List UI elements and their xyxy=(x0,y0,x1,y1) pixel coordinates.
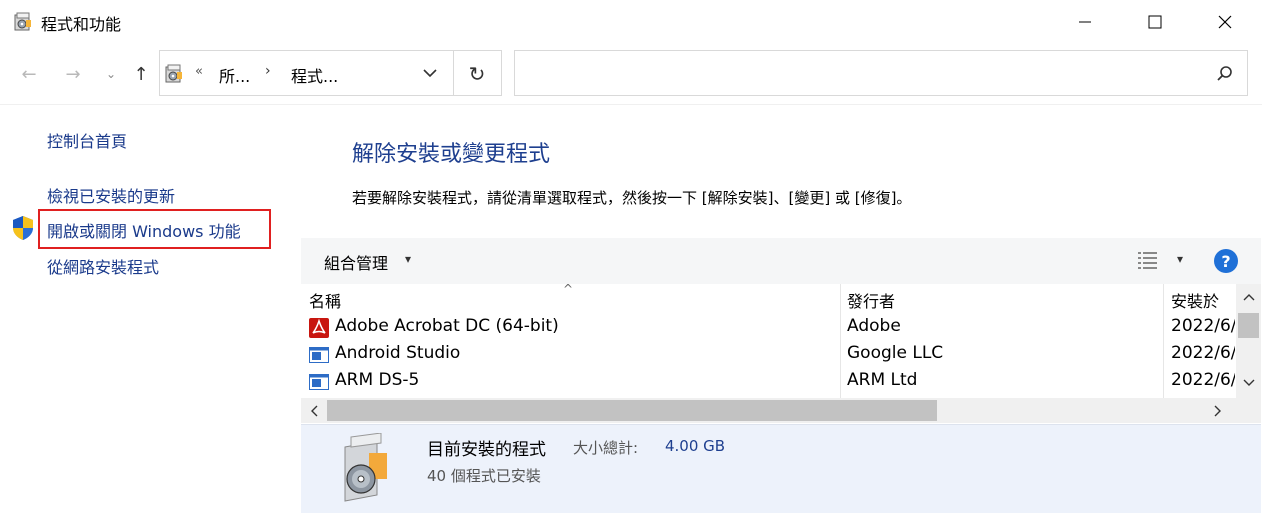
vertical-scrollbar[interactable] xyxy=(1236,284,1261,398)
scrollbar-thumb[interactable] xyxy=(1238,313,1259,338)
program-count: 40 個程式已安裝 xyxy=(427,467,541,485)
sidebar-item-view-installed-updates[interactable]: 檢視已安裝的更新 xyxy=(47,183,175,207)
close-button[interactable] xyxy=(1202,0,1248,44)
program-publisher: Adobe xyxy=(847,316,901,336)
details-view-icon[interactable] xyxy=(1137,250,1159,270)
table-row[interactable]: Android Studio Google LLC 2022/6/ xyxy=(301,341,1237,368)
help-icon[interactable]: ? xyxy=(1214,249,1238,273)
address-overflow[interactable]: « xyxy=(195,64,203,79)
program-publisher: ARM Ltd xyxy=(847,370,918,390)
scrollbar-thumb[interactable] xyxy=(327,400,937,421)
installed-programs-icon xyxy=(344,433,387,502)
back-button[interactable]: ← xyxy=(16,60,42,88)
chevron-down-icon[interactable] xyxy=(418,61,442,85)
maximize-button[interactable] xyxy=(1132,0,1178,44)
program-name: Adobe Acrobat DC (64-bit) xyxy=(335,316,559,336)
table-row[interactable]: Adobe Acrobat DC (64-bit) Adobe 2022/6/ xyxy=(301,314,1237,341)
chevron-up-icon xyxy=(1243,294,1254,301)
divider xyxy=(0,104,1262,105)
address-bar[interactable]: « 所... › 程式... ↻ xyxy=(159,50,502,96)
search-input[interactable] xyxy=(514,50,1248,96)
window-title: 程式和功能 xyxy=(41,15,122,34)
divider xyxy=(453,51,454,95)
column-header-installed-on[interactable]: 安裝於 xyxy=(1171,288,1219,312)
breadcrumb-separator-icon[interactable]: › xyxy=(265,63,271,79)
close-icon xyxy=(1218,15,1232,29)
page-title: 解除安裝或變更程式 xyxy=(352,142,551,167)
details-pane: 目前安裝的程式 大小總計: 4.00 GB 40 個程式已安裝 xyxy=(301,424,1261,513)
arrow-right-icon: → xyxy=(65,63,81,85)
refresh-button[interactable]: ↻ xyxy=(463,61,491,87)
details-title: 目前安裝的程式 xyxy=(427,440,546,460)
table-row[interactable]: ARM DS-5 ARM Ltd 2022/6/ xyxy=(301,368,1237,395)
page-description: 若要解除安裝程式，請從清單選取程式，然後按一下 [解除安裝]、[變更] 或 [修… xyxy=(352,189,912,207)
refresh-icon: ↻ xyxy=(468,62,486,86)
caret-down-icon[interactable]: ▾ xyxy=(1177,252,1183,266)
chevron-left-icon xyxy=(311,405,318,416)
command-toolbar: 組合管理 ▾ ▾ ? xyxy=(301,238,1261,284)
scroll-right-button[interactable] xyxy=(1207,398,1229,423)
arrow-up-icon: ↑ xyxy=(133,63,149,85)
total-size-label: 大小總計: xyxy=(573,439,639,457)
title-bar: 程式和功能 xyxy=(0,0,1262,44)
sidebar-item-control-panel-home[interactable]: 控制台首頁 xyxy=(47,128,127,152)
organize-button[interactable]: 組合管理 xyxy=(324,250,388,274)
horizontal-scrollbar[interactable] xyxy=(301,398,1261,423)
scroll-down-button[interactable] xyxy=(1236,372,1261,394)
program-installed-date: 2022/6/ xyxy=(1171,370,1235,390)
program-list: ^ 名稱 發行者 安裝於 Adobe Acrobat DC (64-bit) A… xyxy=(301,282,1261,424)
program-window-icon xyxy=(309,374,329,390)
arrow-left-icon: ← xyxy=(21,63,37,85)
total-size-value: 4.00 GB xyxy=(665,437,726,455)
recent-locations-button[interactable]: ⌄ xyxy=(102,60,120,88)
breadcrumb-segment[interactable]: 程式... xyxy=(291,63,338,87)
breadcrumb-segment[interactable]: 所... xyxy=(219,63,250,87)
column-header-name[interactable]: 名稱 xyxy=(309,288,341,312)
search-icon[interactable] xyxy=(1215,64,1235,84)
chevron-down-icon: ⌄ xyxy=(105,67,117,81)
programs-icon xyxy=(14,12,31,31)
forward-button[interactable]: → xyxy=(60,60,86,88)
program-installed-date: 2022/6/ xyxy=(1171,316,1235,336)
program-window-icon xyxy=(309,347,329,363)
minimize-icon xyxy=(1079,21,1091,23)
scroll-left-button[interactable] xyxy=(303,398,325,423)
up-button[interactable]: ↑ xyxy=(128,60,154,88)
program-name: ARM DS-5 xyxy=(335,370,420,390)
programs-icon xyxy=(165,64,182,83)
program-name: Android Studio xyxy=(335,343,461,363)
caret-down-icon[interactable]: ▾ xyxy=(405,252,411,266)
minimize-button[interactable] xyxy=(1062,0,1108,44)
chevron-down-icon xyxy=(1243,379,1254,386)
sort-ascending-icon: ^ xyxy=(563,282,574,296)
sidebar-item-install-from-network[interactable]: 從網路安裝程式 xyxy=(47,254,159,278)
shield-icon xyxy=(13,216,33,240)
acrobat-icon xyxy=(309,318,329,338)
sidebar-item-windows-features[interactable]: 開啟或關閉 Windows 功能 xyxy=(47,218,241,242)
scroll-up-button[interactable] xyxy=(1236,286,1261,308)
program-installed-date: 2022/6/ xyxy=(1171,343,1235,363)
column-header-publisher[interactable]: 發行者 xyxy=(847,288,895,312)
chevron-right-icon xyxy=(1214,405,1221,416)
program-publisher: Google LLC xyxy=(847,343,944,363)
maximize-icon xyxy=(1148,15,1162,29)
